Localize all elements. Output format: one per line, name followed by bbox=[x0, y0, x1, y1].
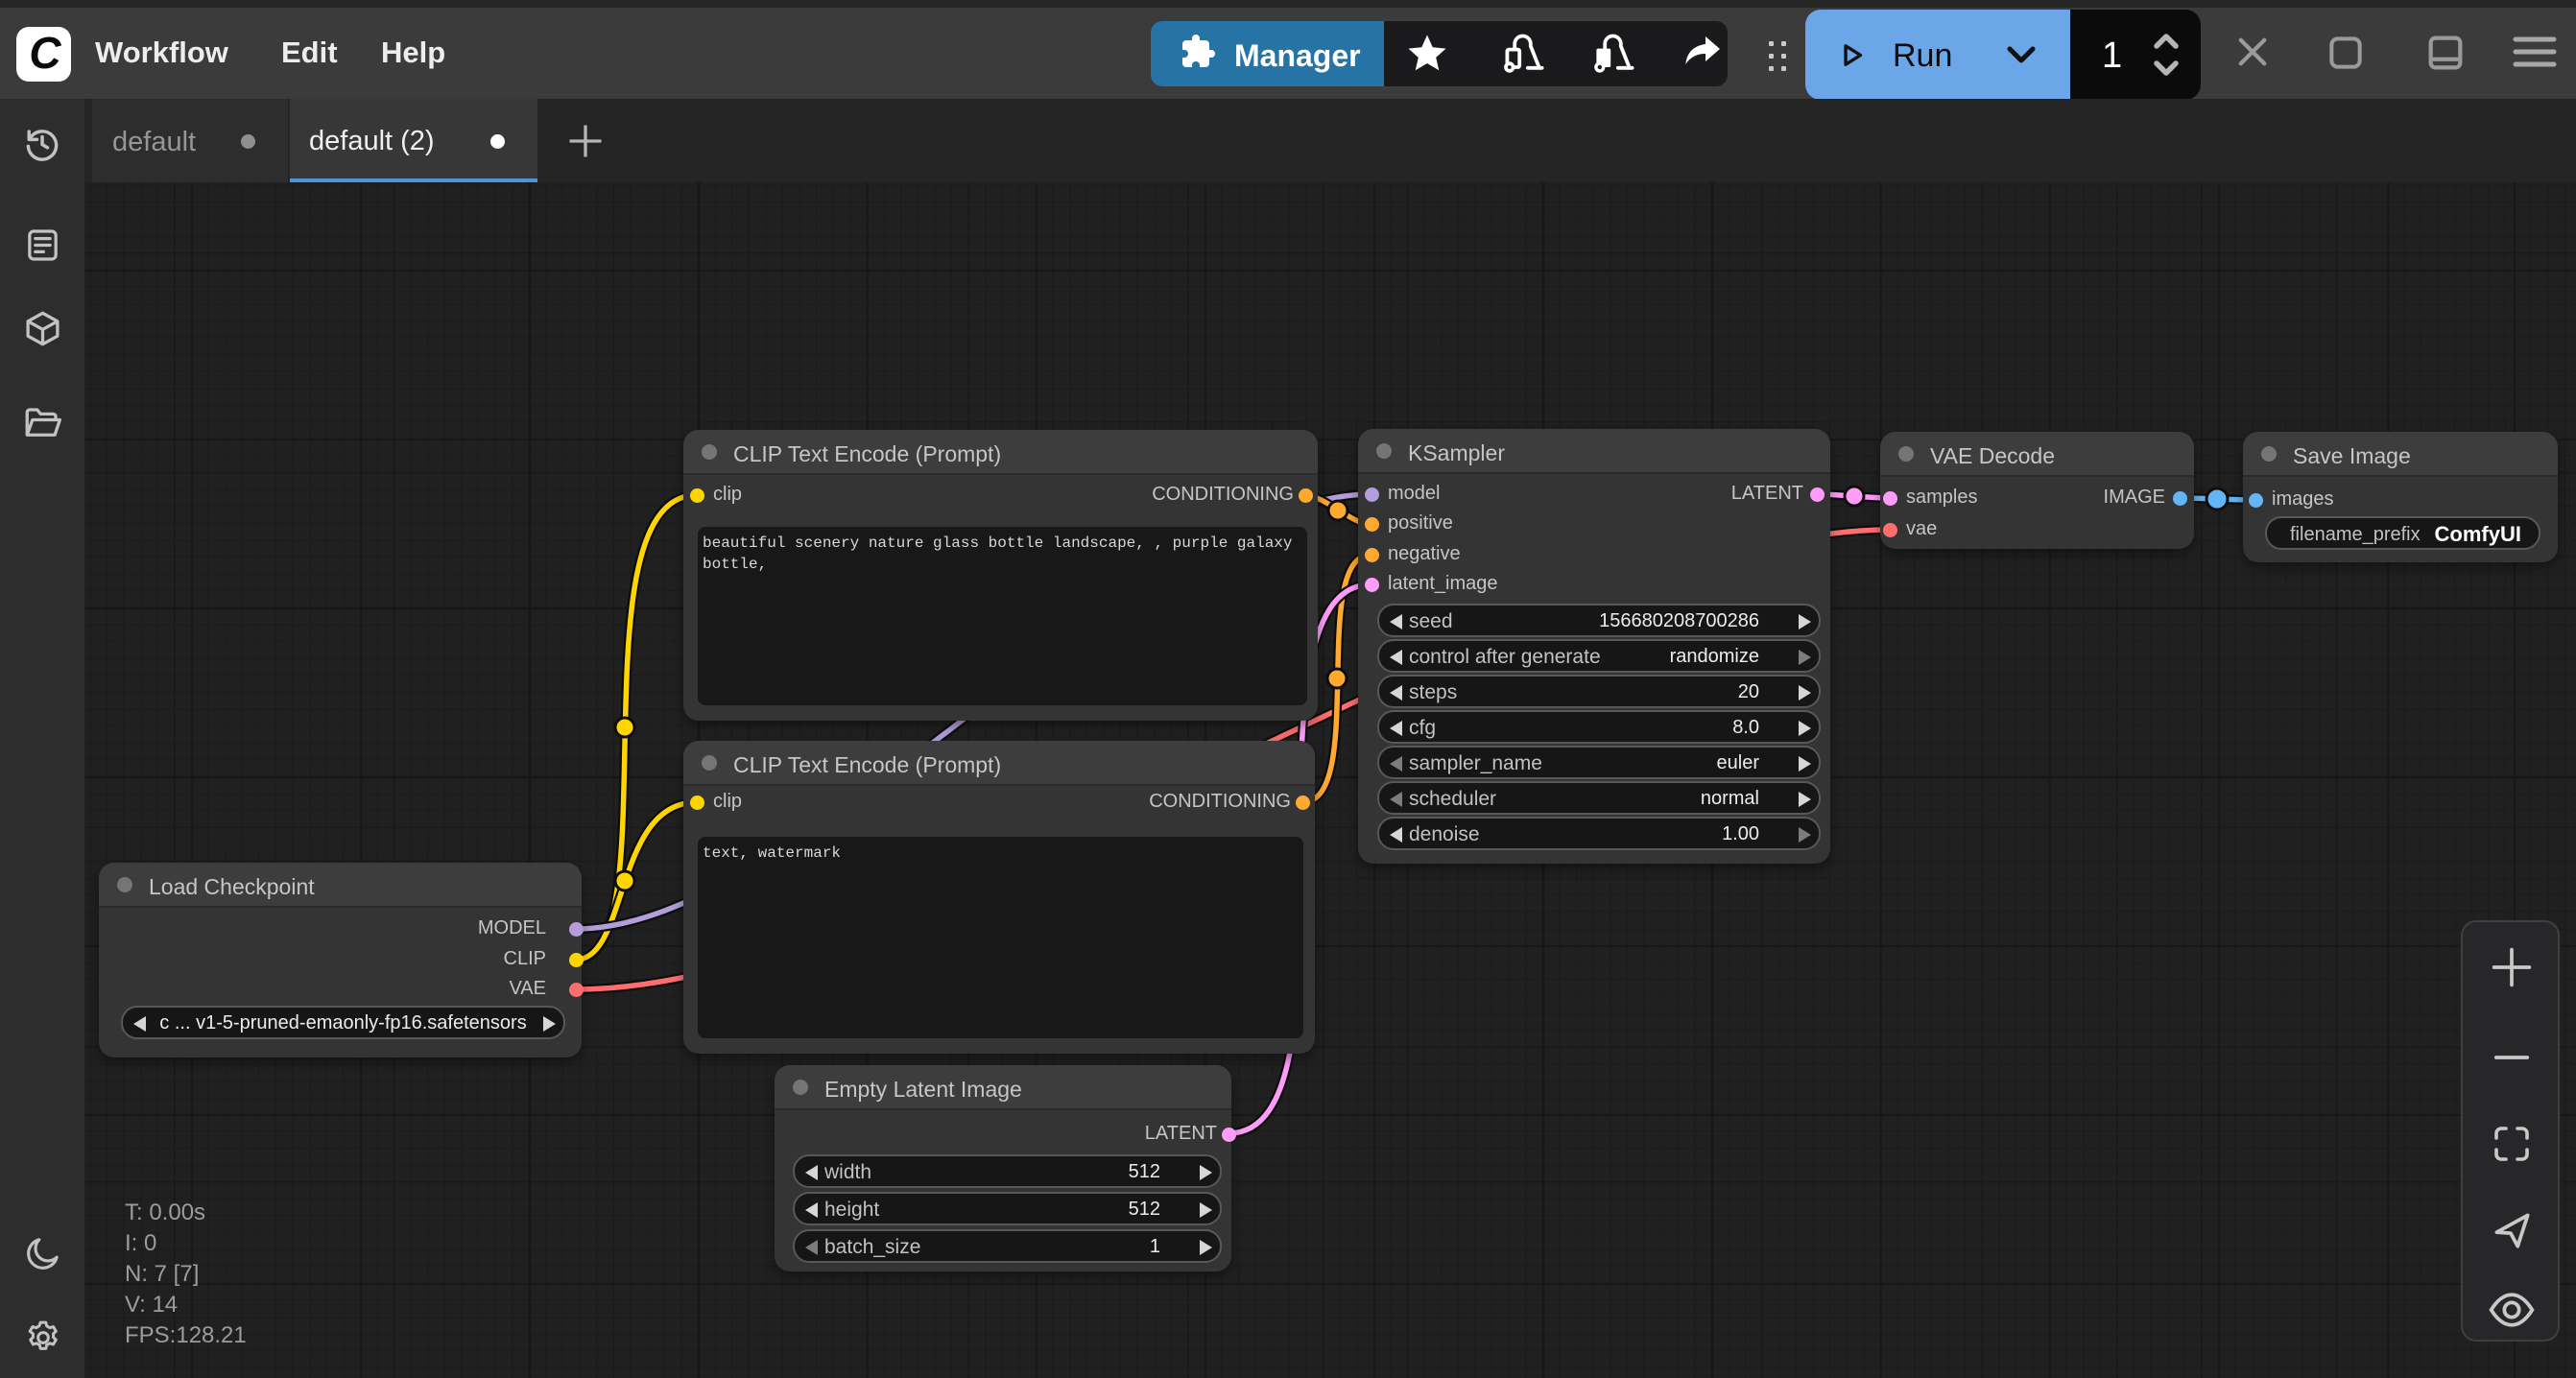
svg-text:C: C bbox=[29, 28, 61, 78]
